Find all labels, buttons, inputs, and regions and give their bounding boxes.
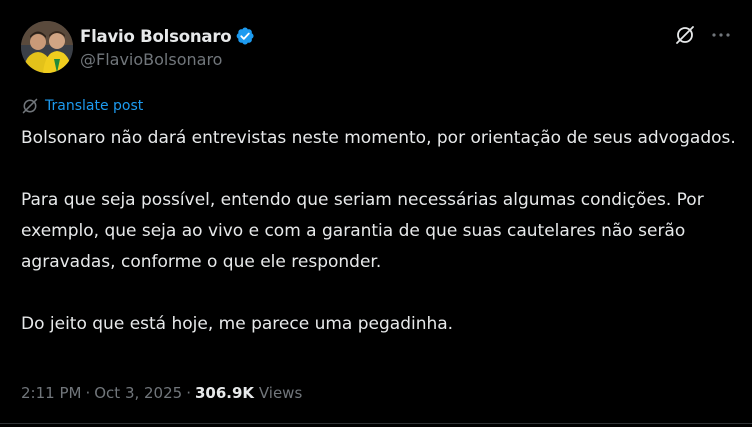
post-card: Flavio Bolsonaro @FlavioBolsonaro Transl… [0, 0, 752, 427]
translate-icon [21, 97, 39, 115]
avatar-photo [21, 21, 73, 73]
display-name[interactable]: Flavio Bolsonaro [80, 27, 232, 46]
more-options-icon[interactable] [710, 24, 732, 46]
divider [0, 423, 752, 424]
post-paragraph: Bolsonaro não dará entrevistas neste mom… [21, 128, 736, 148]
meta-separator: · [186, 384, 191, 402]
translate-post-link[interactable]: Translate post [21, 97, 143, 115]
post-time[interactable]: 2:11 PM [21, 384, 81, 402]
post-date[interactable]: Oct 3, 2025 [94, 384, 182, 402]
views-count: 306.9K [194, 384, 255, 402]
post-text: Bolsonaro não dará entrevistas neste mom… [21, 123, 736, 340]
avatar[interactable] [21, 21, 73, 73]
grok-icon[interactable] [674, 24, 696, 46]
post-paragraph: Do jeito que está hoje, me parece uma pe… [21, 314, 454, 334]
name-row: Flavio Bolsonaro [80, 24, 255, 48]
post-meta: 2:11 PM · Oct 3, 2025 · 306.9K Views [21, 384, 302, 402]
author-block: Flavio Bolsonaro @FlavioBolsonaro [80, 24, 255, 69]
top-actions [674, 24, 732, 46]
translate-post-label: Translate post [45, 98, 144, 114]
views-label: Views [258, 384, 303, 402]
handle[interactable]: @FlavioBolsonaro [80, 50, 255, 69]
meta-separator: · [85, 384, 91, 402]
verified-badge-icon[interactable] [235, 26, 255, 46]
post-paragraph: Para que seja possível, entendo que seri… [21, 190, 704, 272]
